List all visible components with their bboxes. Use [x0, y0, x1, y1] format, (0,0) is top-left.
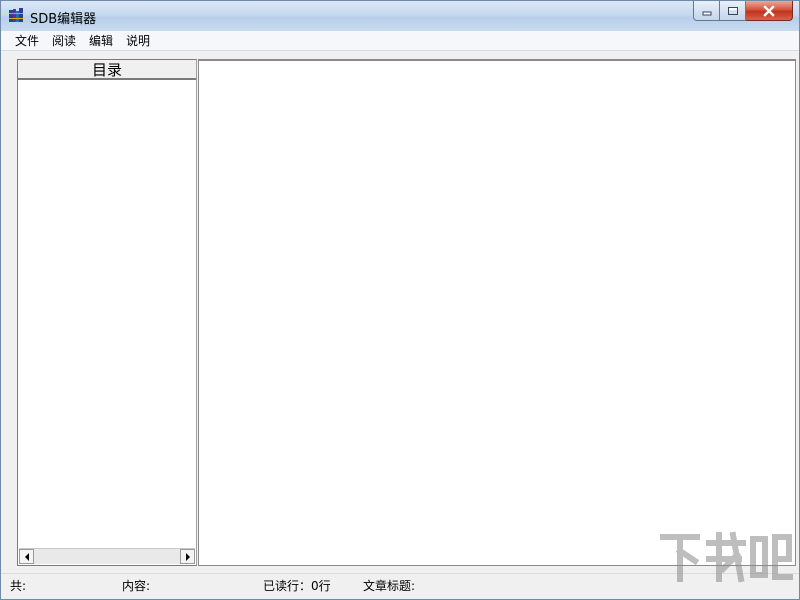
title-bar[interactable]: SDB编辑器: [1, 1, 799, 31]
maximize-button[interactable]: [720, 1, 746, 21]
app-window: SDB编辑器 文件 阅读 编辑 说明 目录 共: 内容: 已读行：0行 文章标题…: [0, 0, 800, 600]
content-text-area[interactable]: [198, 59, 796, 566]
menu-item-help[interactable]: 说明: [120, 32, 156, 50]
arrow-left-icon: [24, 552, 29, 561]
toc-list[interactable]: [18, 82, 196, 548]
menu-bar: 文件 阅读 编辑 说明: [1, 31, 799, 51]
books-app-icon: [8, 7, 24, 23]
status-article-title: 文章标题:: [363, 579, 416, 593]
toc-panel: 目录: [17, 59, 197, 566]
close-icon: [763, 4, 775, 17]
watermark-logo: [660, 531, 793, 583]
scroll-right-button[interactable]: [180, 549, 195, 564]
minimize-icon: [702, 11, 711, 15]
scroll-track[interactable]: [34, 549, 180, 564]
status-read-lines: 已读行：0行: [263, 579, 331, 593]
caption-buttons: [693, 1, 793, 21]
maximize-icon: [727, 6, 738, 15]
arrow-right-icon: [185, 552, 190, 561]
status-total: 共:: [10, 579, 27, 593]
status-content: 内容:: [122, 579, 151, 593]
window-title: SDB编辑器: [30, 12, 97, 27]
client-area: 目录: [1, 52, 799, 573]
menu-item-read[interactable]: 阅读: [46, 32, 82, 50]
menu-item-file[interactable]: 文件: [9, 32, 45, 50]
menu-item-edit[interactable]: 编辑: [83, 32, 119, 50]
toc-header: 目录: [18, 60, 196, 80]
scroll-left-button[interactable]: [19, 549, 34, 564]
toc-horizontal-scrollbar[interactable]: [19, 548, 195, 564]
minimize-button[interactable]: [693, 1, 720, 21]
close-button[interactable]: [746, 1, 793, 21]
